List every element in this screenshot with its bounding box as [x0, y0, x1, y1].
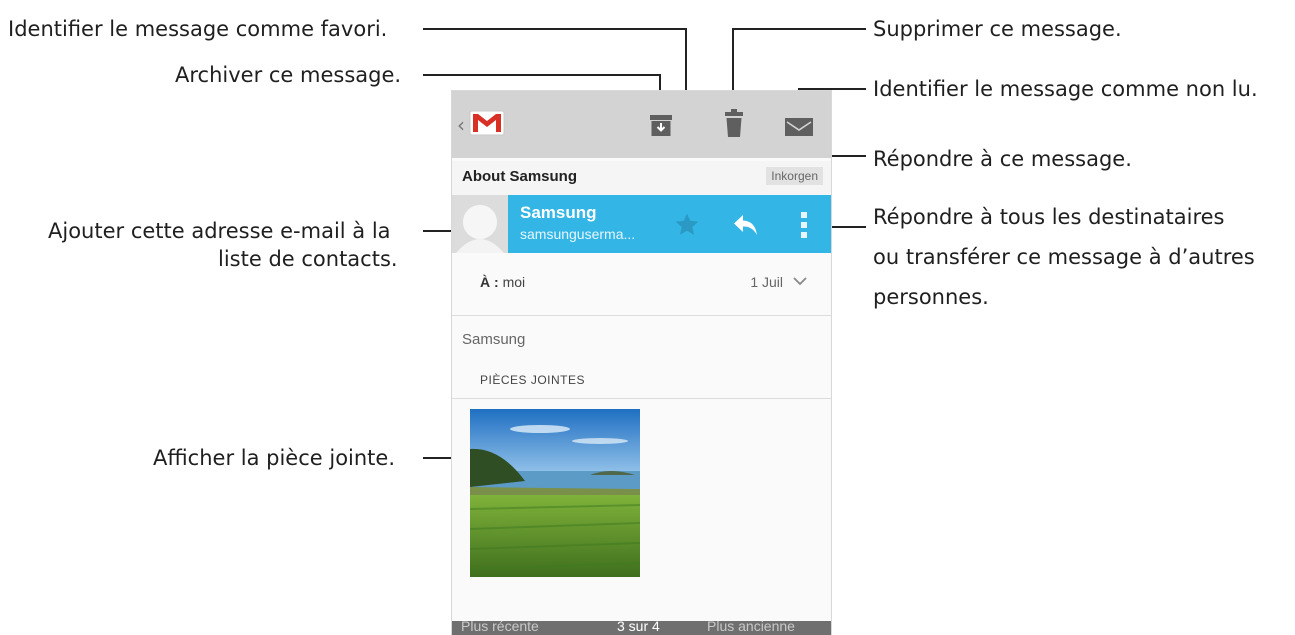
callout-delete: Supprimer ce message.: [873, 17, 1122, 41]
to-prefix: À :: [480, 274, 499, 290]
sender-row: Samsung samsunguserma...: [452, 195, 831, 253]
message-body: Samsung: [462, 331, 526, 348]
callout-reply-all-line3: personnes.: [873, 285, 989, 309]
back-caret-icon[interactable]: ‹: [457, 113, 465, 137]
callout-archive: Archiver ce message.: [175, 63, 402, 87]
callout-reply-all-line2: ou transférer ce message à d’autres: [873, 245, 1255, 269]
landscape-photo: [470, 409, 640, 577]
reply-icon[interactable]: [733, 214, 759, 236]
overflow-menu-icon[interactable]: [800, 211, 808, 239]
sender-email: samsunguserma...: [520, 226, 636, 242]
callout-reply: Répondre à ce message.: [873, 147, 1132, 171]
to-line: À : moi: [480, 274, 525, 290]
attachments-header: PIÈCES JOINTES: [480, 373, 586, 387]
older-button[interactable]: Plus ancienne: [707, 621, 795, 634]
leader-delete-down: [732, 28, 734, 100]
archive-icon[interactable]: [649, 113, 673, 137]
callout-add-contact-line1: Ajouter cette adresse e-mail à la: [48, 219, 391, 243]
callout-favorite: Identifier le message comme favori.: [8, 17, 388, 41]
message-navigation-bar: Plus récente 3 sur 4 Plus ancienne: [452, 621, 831, 635]
person-placeholder-icon: [452, 195, 508, 253]
email-screen: ‹ About Samsung Inkorgen Samsung samsung…: [452, 91, 831, 635]
inbox-label-chip[interactable]: Inkorgen: [766, 167, 823, 185]
sender-name: Samsung: [520, 203, 597, 222]
leader-delete: [732, 28, 866, 30]
attachments-divider: [452, 398, 831, 399]
leader-mark-unread: [798, 88, 866, 90]
callout-reply-all-line1: Répondre à tous les destinataires: [873, 205, 1225, 229]
subject-row: About Samsung Inkorgen: [452, 161, 831, 196]
callout-view-attachment: Afficher la pièce jointe.: [153, 446, 396, 470]
star-icon[interactable]: [674, 212, 700, 238]
to-value: moi: [502, 274, 526, 290]
message-counter: 3 sur 4: [617, 621, 660, 634]
recipient-row[interactable]: À : moi 1 Juil: [452, 253, 831, 316]
action-bar: ‹: [452, 91, 831, 158]
chevron-down-icon[interactable]: [793, 277, 807, 286]
gmail-logo-icon[interactable]: [469, 108, 505, 136]
trash-icon[interactable]: [724, 108, 744, 138]
message-date: 1 Juil: [750, 274, 783, 290]
leader-favorite: [423, 28, 686, 30]
envelope-icon[interactable]: [784, 117, 814, 137]
attachment-thumbnail[interactable]: [470, 409, 640, 577]
leader-archive: [423, 74, 661, 76]
subject-title: About Samsung: [462, 168, 577, 185]
newer-button[interactable]: Plus récente: [461, 621, 539, 634]
contact-avatar[interactable]: [452, 195, 508, 253]
callout-mark-unread: Identifier le message comme non lu.: [873, 77, 1258, 101]
callout-add-contact-line2: liste de contacts.: [218, 247, 398, 271]
